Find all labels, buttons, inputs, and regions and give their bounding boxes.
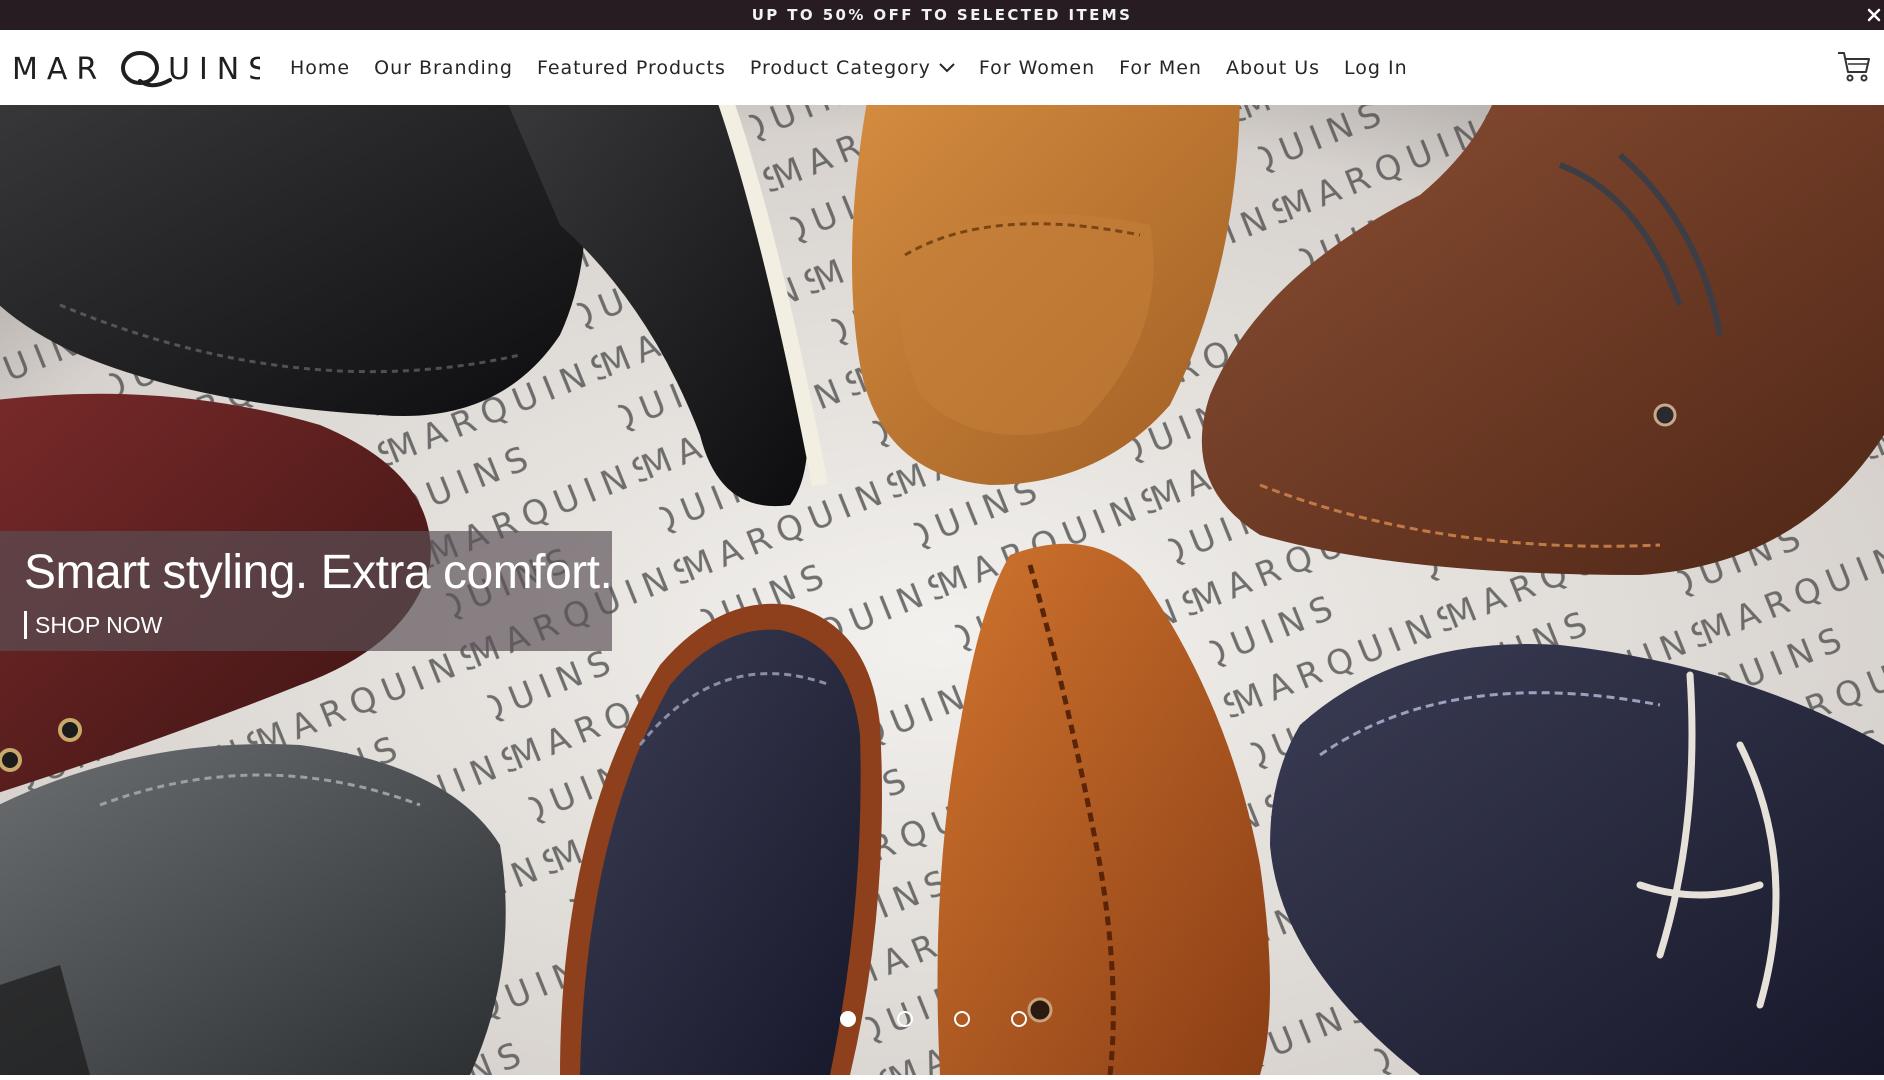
svg-text:MAR: MAR — [12, 52, 106, 87]
nav-product-category-label: Product Category — [749, 56, 931, 79]
site-header: MAR UINS Home Our Branding Featured Prod… — [0, 30, 1884, 105]
slide-dot-1[interactable] — [840, 1011, 856, 1027]
nav-our-branding[interactable]: Our Branding — [362, 57, 525, 79]
logo-wordmark: MAR UINS — [12, 51, 260, 88]
nav-home[interactable]: Home — [278, 57, 362, 79]
shop-now-button[interactable]: SHOP NOW — [24, 611, 162, 639]
announcement-bar: UP TO 50% OFF TO SELECTED ITEMS — [0, 0, 1884, 30]
slide-dot-4[interactable] — [1011, 1011, 1027, 1027]
slide-dot-2[interactable] — [897, 1011, 913, 1027]
hero-headline: Smart styling. Extra comfort. — [24, 546, 613, 599]
main-nav: Home Our Branding Featured Products Prod… — [278, 30, 1420, 105]
slide-indicators — [840, 1011, 1027, 1027]
nav-log-in[interactable]: Log In — [1332, 57, 1420, 79]
nav-about-us[interactable]: About Us — [1214, 57, 1332, 79]
page-below-fold — [0, 1075, 1884, 1080]
hero-caption: Smart styling. Extra comfort. SHOP NOW — [0, 531, 613, 651]
hero-slider[interactable]: MARQUINS MARQUINS — [0, 105, 1884, 1075]
svg-text:UINS: UINS — [168, 52, 260, 87]
nav-featured-products[interactable]: Featured Products — [525, 57, 738, 79]
nav-for-women[interactable]: For Women — [967, 57, 1107, 79]
announcement-text: UP TO 50% OFF TO SELECTED ITEMS — [751, 6, 1133, 24]
close-icon[interactable] — [1864, 2, 1884, 28]
chevron-down-icon — [939, 62, 955, 73]
slide-dot-3[interactable] — [954, 1011, 970, 1027]
nav-product-category[interactable]: Product Category — [738, 57, 967, 79]
nav-for-men[interactable]: For Men — [1107, 57, 1214, 79]
cart-icon[interactable] — [1836, 48, 1872, 84]
brand-logo[interactable]: MAR UINS — [12, 48, 260, 88]
